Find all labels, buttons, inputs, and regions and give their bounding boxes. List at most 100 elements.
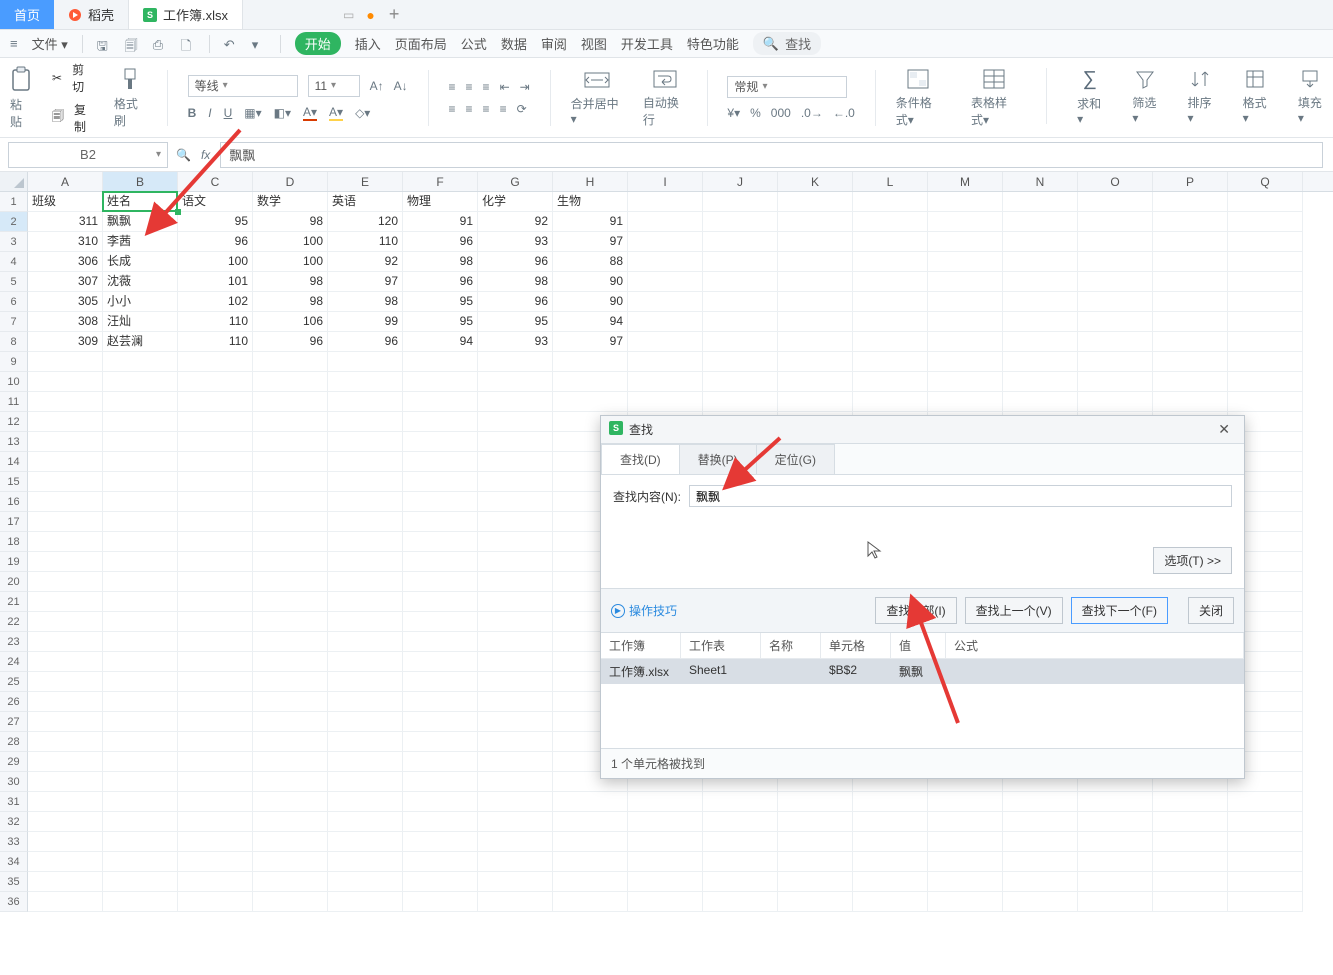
cell[interactable] bbox=[403, 752, 478, 772]
cell[interactable] bbox=[778, 832, 853, 852]
cell[interactable] bbox=[28, 852, 103, 872]
font-size-select[interactable]: 11▾ bbox=[308, 75, 360, 97]
cell[interactable] bbox=[403, 512, 478, 532]
tab-duoke[interactable]: 稻壳 bbox=[54, 0, 128, 29]
cell[interactable] bbox=[403, 372, 478, 392]
cell[interactable] bbox=[253, 412, 328, 432]
cell[interactable] bbox=[178, 712, 253, 732]
cell[interactable] bbox=[628, 212, 703, 232]
cell[interactable] bbox=[1078, 812, 1153, 832]
cell[interactable] bbox=[328, 812, 403, 832]
cell[interactable] bbox=[328, 892, 403, 912]
cell[interactable]: 李茜 bbox=[103, 232, 178, 252]
cell[interactable] bbox=[628, 812, 703, 832]
print-icon[interactable]: ⎙ bbox=[153, 37, 167, 51]
menu-special[interactable]: 特色功能 bbox=[687, 34, 739, 53]
cell[interactable]: 96 bbox=[328, 332, 403, 352]
cell[interactable] bbox=[103, 392, 178, 412]
cell[interactable] bbox=[478, 772, 553, 792]
cell[interactable] bbox=[928, 852, 1003, 872]
row-header[interactable]: 20 bbox=[0, 572, 28, 592]
col-header[interactable]: C bbox=[178, 172, 253, 191]
cell[interactable] bbox=[103, 812, 178, 832]
cell[interactable] bbox=[778, 252, 853, 272]
cell[interactable]: 96 bbox=[478, 292, 553, 312]
cell[interactable] bbox=[253, 572, 328, 592]
cell[interactable] bbox=[103, 732, 178, 752]
cell[interactable] bbox=[1228, 332, 1303, 352]
cell[interactable] bbox=[1078, 272, 1153, 292]
cell[interactable]: 数学 bbox=[253, 192, 328, 212]
col-header[interactable]: H bbox=[553, 172, 628, 191]
cell[interactable]: 92 bbox=[478, 212, 553, 232]
cell[interactable] bbox=[28, 832, 103, 852]
cell[interactable] bbox=[853, 892, 928, 912]
align-bottom-icon[interactable]: ≡ bbox=[483, 80, 490, 94]
cell[interactable]: 98 bbox=[253, 212, 328, 232]
cell[interactable] bbox=[928, 392, 1003, 412]
cell[interactable]: 96 bbox=[403, 272, 478, 292]
cell[interactable] bbox=[553, 812, 628, 832]
cell[interactable] bbox=[1003, 852, 1078, 872]
cell[interactable]: 98 bbox=[478, 272, 553, 292]
cell[interactable] bbox=[1078, 212, 1153, 232]
select-all-corner[interactable] bbox=[0, 172, 28, 191]
cell[interactable] bbox=[478, 872, 553, 892]
cell[interactable] bbox=[103, 712, 178, 732]
cell[interactable] bbox=[703, 352, 778, 372]
cell[interactable] bbox=[1153, 372, 1228, 392]
cell[interactable] bbox=[1078, 192, 1153, 212]
cell[interactable] bbox=[928, 292, 1003, 312]
cell[interactable]: 96 bbox=[178, 232, 253, 252]
cell[interactable] bbox=[628, 292, 703, 312]
cell[interactable]: 95 bbox=[403, 292, 478, 312]
cell[interactable] bbox=[103, 872, 178, 892]
cell[interactable]: 100 bbox=[253, 232, 328, 252]
col-header[interactable]: N bbox=[1003, 172, 1078, 191]
cell[interactable] bbox=[403, 452, 478, 472]
orientation-icon[interactable]: ⟳ bbox=[517, 102, 527, 116]
cell[interactable] bbox=[403, 732, 478, 752]
cell[interactable] bbox=[778, 872, 853, 892]
cell[interactable] bbox=[328, 552, 403, 572]
cell[interactable]: 98 bbox=[328, 292, 403, 312]
cell[interactable] bbox=[628, 392, 703, 412]
cell[interactable] bbox=[853, 332, 928, 352]
cell[interactable] bbox=[778, 792, 853, 812]
cell[interactable] bbox=[103, 672, 178, 692]
cell[interactable] bbox=[928, 352, 1003, 372]
underline-icon[interactable]: U bbox=[224, 106, 233, 120]
cell[interactable] bbox=[403, 792, 478, 812]
cell[interactable]: 97 bbox=[553, 232, 628, 252]
row-header[interactable]: 19 bbox=[0, 552, 28, 572]
cell[interactable] bbox=[1228, 232, 1303, 252]
cell[interactable] bbox=[403, 552, 478, 572]
formula-input[interactable]: 飘飘 bbox=[220, 142, 1323, 168]
cell[interactable] bbox=[403, 832, 478, 852]
cell[interactable] bbox=[253, 492, 328, 512]
cell[interactable]: 长成 bbox=[103, 252, 178, 272]
cell[interactable]: 语文 bbox=[178, 192, 253, 212]
cell[interactable] bbox=[778, 232, 853, 252]
cell[interactable] bbox=[1153, 852, 1228, 872]
cell[interactable] bbox=[778, 332, 853, 352]
cell[interactable] bbox=[253, 472, 328, 492]
cell[interactable] bbox=[178, 772, 253, 792]
cell[interactable] bbox=[328, 592, 403, 612]
cell[interactable]: 96 bbox=[403, 232, 478, 252]
row-header[interactable]: 30 bbox=[0, 772, 28, 792]
cell[interactable] bbox=[778, 312, 853, 332]
cell[interactable] bbox=[403, 492, 478, 512]
cell[interactable] bbox=[1003, 892, 1078, 912]
cell[interactable] bbox=[328, 472, 403, 492]
cell[interactable] bbox=[1003, 812, 1078, 832]
save-as-icon[interactable]: 🗐 bbox=[125, 37, 139, 51]
cell[interactable] bbox=[28, 492, 103, 512]
row-header[interactable]: 14 bbox=[0, 452, 28, 472]
cell[interactable]: 110 bbox=[178, 332, 253, 352]
cell[interactable] bbox=[853, 352, 928, 372]
cell[interactable] bbox=[28, 652, 103, 672]
cell[interactable] bbox=[253, 512, 328, 532]
cell[interactable] bbox=[1228, 852, 1303, 872]
cell[interactable] bbox=[553, 832, 628, 852]
